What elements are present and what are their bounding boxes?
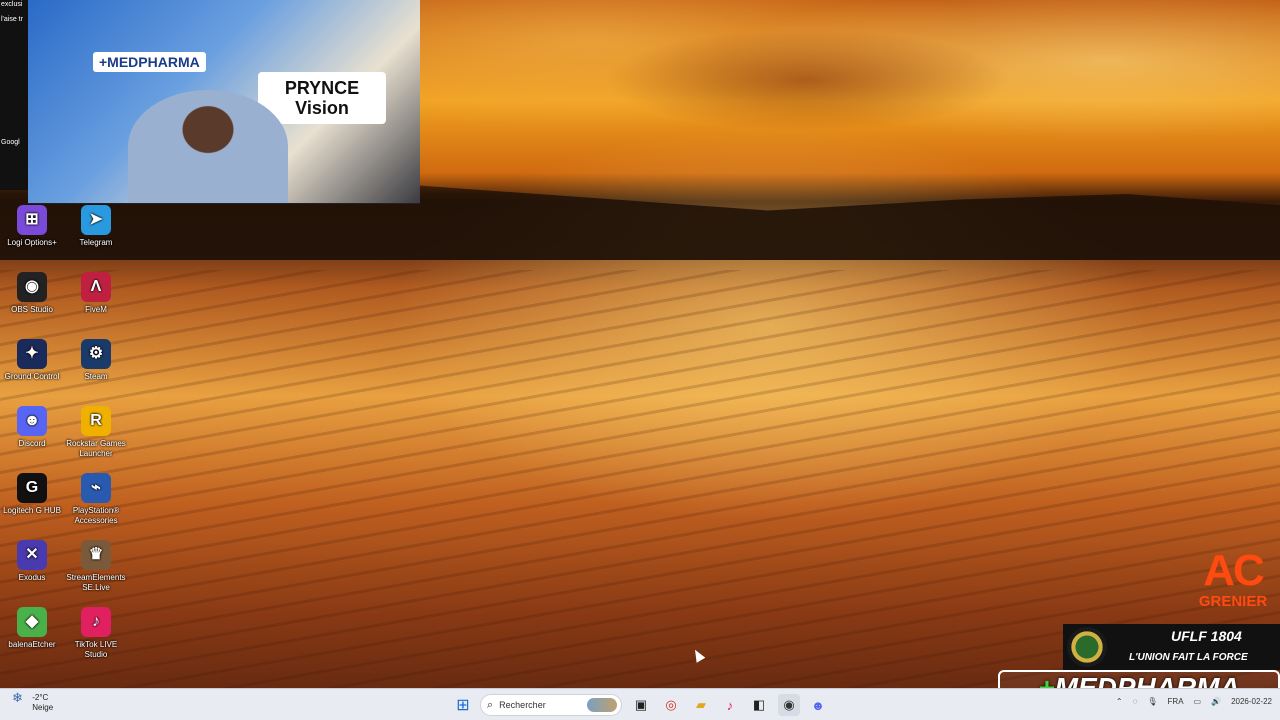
chat-line (0, 26, 28, 28)
app-icon: ☻ (17, 406, 47, 436)
desktop-icon-label: balenaEtcher (8, 640, 56, 649)
system-tray: ⌃ ◌ 🎙 FRA ▭ 🔊 2026-02-22 (1116, 697, 1272, 706)
search-placeholder: Rechercher (499, 700, 546, 710)
desktop-icon[interactable]: ✕ Exodus (0, 540, 64, 583)
snow-icon: ❄ (12, 690, 23, 705)
app-icon: ➤ (81, 205, 111, 235)
app-icon: ⊞ (17, 205, 47, 235)
search-highlight-thumbnail (587, 698, 617, 712)
ac-logo-subtext: GRENIER (1198, 593, 1268, 610)
app-icon: ♛ (81, 540, 111, 570)
network-icon[interactable]: ◌ (1133, 697, 1138, 706)
app-icon: G (17, 473, 47, 503)
desktop-icon[interactable]: ◉ OBS Studio (0, 272, 64, 315)
file-explorer-icon[interactable]: ▰ (690, 694, 712, 716)
uflf-title: UFLF 1804 (1171, 628, 1242, 644)
webcam-logo-line2: Vision (295, 98, 349, 118)
desktop-icon-label: Ground Control (4, 372, 60, 381)
search-box[interactable]: ⌕ Rechercher (480, 694, 622, 716)
app-icon: ✕ (17, 540, 47, 570)
clock-date[interactable]: 2026-02-22 (1231, 697, 1272, 706)
volume-icon[interactable]: 🔊 (1211, 697, 1221, 706)
ac-logo-text: AC (1203, 546, 1265, 595)
weather-condition: Neige (32, 703, 54, 712)
streamer-figure (128, 90, 288, 203)
chat-line: l'aise tr (1, 16, 23, 23)
desktop-icon-label: Discord (18, 439, 46, 448)
desktop-icon[interactable]: Λ FiveM (64, 272, 128, 315)
app-icon[interactable]: ◧ (748, 694, 770, 716)
desktop-icon-label: OBS Studio (11, 305, 53, 314)
taskbar: ❄ -2°C Neige ⊞ ⌕ Rechercher ▣ ◎ ▰ ♪ ◧ ◉ … (0, 688, 1280, 720)
desktop-icon[interactable]: ⚙ Steam (64, 339, 128, 382)
app-icon: ✦ (17, 339, 47, 369)
obs-taskbar-icon[interactable]: ◉ (778, 694, 800, 716)
webcam-brand-sign: +MEDPHARMA (93, 52, 206, 72)
desktop-icon[interactable]: ➤ Telegram (64, 205, 128, 248)
desktop-icon[interactable]: ♪ TikTok LIVE Studio (64, 607, 128, 660)
weather-widget[interactable]: ❄ -2°C Neige (12, 690, 54, 713)
tiktok-icon[interactable]: ♪ (719, 694, 741, 716)
desktop-icon-label: Logi Options+ (7, 238, 57, 247)
desktop-icon-label: Rockstar Games Launcher (66, 439, 126, 458)
desktop-icon-label: StreamElements SE.Live (66, 573, 126, 592)
desktop-icon[interactable]: ♛ StreamElements SE.Live (64, 540, 128, 593)
app-icon: ◉ (17, 272, 47, 302)
desktop-icon[interactable]: G Logitech G HUB (0, 473, 64, 516)
start-button[interactable]: ⊞ (452, 694, 474, 716)
uflf-motto: L'UNION FAIT LA FORCE (1129, 652, 1248, 663)
desktop-icon-label: FiveM (85, 305, 107, 314)
webcam-logo-sign: PRYNCE Vision (258, 72, 386, 124)
display-icon[interactable]: ▭ (1194, 697, 1202, 706)
app-icon: R (81, 406, 111, 436)
weather-temp: -2°C (32, 693, 49, 702)
ac-grenier-logo: AC GRENIER (1186, 548, 1280, 624)
app-icon: ♪ (81, 607, 111, 637)
desktop-icon-label: Logitech G HUB (3, 506, 61, 515)
chat-line: Googl (1, 139, 20, 146)
desktop-icon-label: TikTok LIVE Studio (74, 640, 118, 659)
app-icon: ⚙ (81, 339, 111, 369)
uflf-seal-icon (1067, 627, 1107, 667)
app-icon: ⌁ (81, 473, 111, 503)
desktop-icon[interactable]: ⊞ Logi Options+ (0, 205, 64, 248)
app-icon: ◆ (17, 607, 47, 637)
desktop-icon-label: Steam (84, 372, 108, 381)
desktop-icon[interactable]: R Rockstar Games Launcher (64, 406, 128, 459)
desktop-icon[interactable]: ✦ Ground Control (0, 339, 64, 382)
chat-line: exclusi (1, 1, 23, 8)
desktop-icon[interactable]: ◆ balenaEtcher (0, 607, 64, 650)
uflf-banner: UFLF 1804 L'UNION FAIT LA FORCE (1063, 624, 1280, 670)
chrome-icon[interactable]: ◎ (660, 694, 682, 716)
desktop-icon-label: Exodus (18, 573, 46, 582)
wallpaper-sky (420, 0, 1280, 200)
language-indicator[interactable]: FRA (1168, 697, 1184, 706)
desktop-icon-label: PlayStation® Accessories (72, 506, 120, 525)
task-view-icon[interactable]: ▣ (630, 694, 652, 716)
chevron-up-icon[interactable]: ⌃ (1116, 697, 1123, 706)
chat-overlay-strip: exclusi l'aise tr Googl (0, 0, 28, 190)
microphone-icon[interactable]: 🎙 (1147, 697, 1157, 706)
discord-taskbar-icon[interactable]: ☻ (807, 694, 829, 716)
search-icon: ⌕ (487, 698, 494, 711)
webcam-logo-line1: PRYNCE (284, 78, 360, 98)
desktop-icon[interactable]: ☻ Discord (0, 406, 64, 449)
app-icon: Λ (81, 272, 111, 302)
webcam-overlay: +MEDPHARMA PRYNCE Vision (28, 0, 420, 204)
desktop-icon[interactable]: ⌁ PlayStation® Accessories (64, 473, 128, 526)
desktop-icon-label: Telegram (79, 238, 113, 247)
